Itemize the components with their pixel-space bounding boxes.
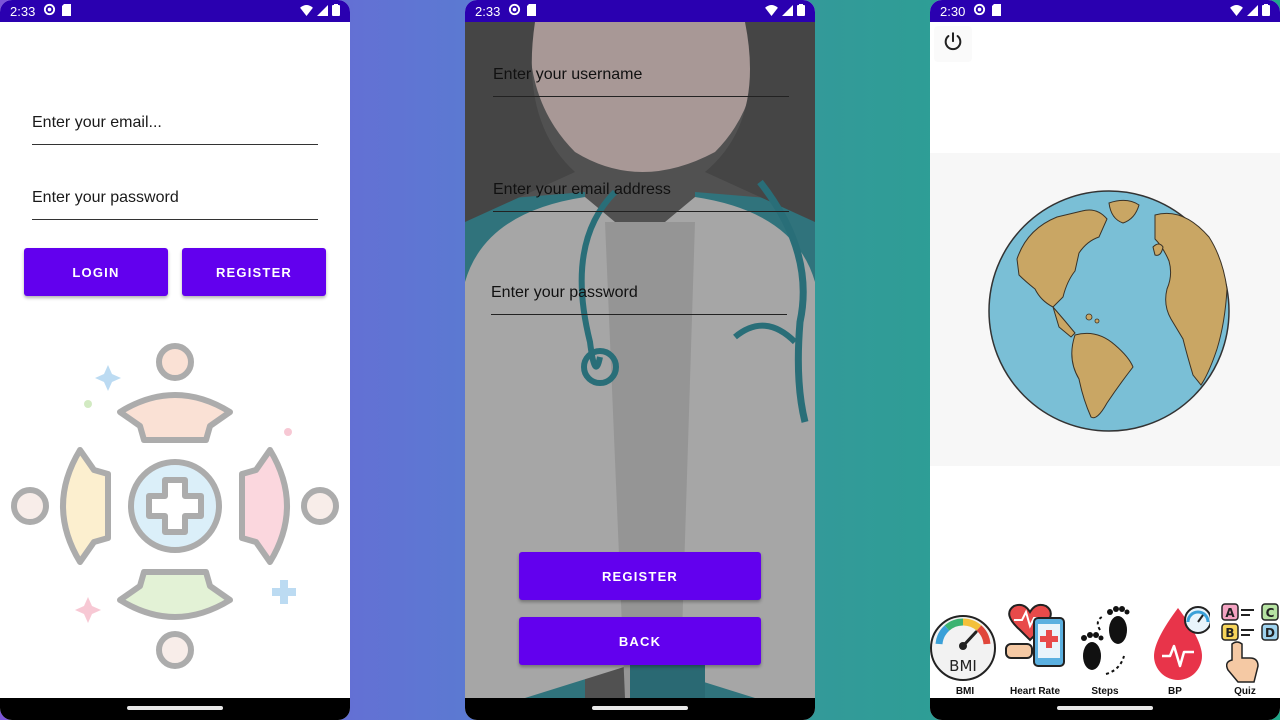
status-time: 2:33 [475, 3, 501, 19]
globe-panel [930, 153, 1280, 466]
settings-icon [508, 3, 521, 19]
password-field[interactable]: Enter your password [32, 189, 318, 220]
svg-text:A: A [1225, 606, 1235, 620]
blood-pressure-icon [1154, 606, 1210, 680]
community-health-illustration [11, 343, 339, 669]
wifi-icon [765, 4, 778, 19]
svg-text:C: C [1266, 606, 1275, 620]
login-button[interactable]: LOGIN [24, 248, 168, 296]
sim-card-icon [62, 3, 72, 19]
nav-label-bmi: BMI [955, 686, 975, 697]
signal-icon [317, 4, 328, 19]
nav-label-quiz: Quiz [1234, 686, 1256, 697]
home-gesture-bar[interactable] [1057, 706, 1153, 710]
email-field[interactable]: Enter your email... [32, 114, 318, 145]
status-bar: 2:30 [930, 0, 1280, 22]
settings-icon [973, 3, 986, 19]
wifi-icon [1230, 4, 1243, 19]
login-button-label: LOGIN [72, 264, 120, 280]
status-bar: 2:33 [465, 0, 815, 22]
bmi-gauge-text: BMI [949, 657, 977, 675]
power-icon [942, 31, 964, 58]
navigation-bar [465, 698, 815, 720]
battery-icon [332, 3, 340, 19]
register-button[interactable]: REGISTER [182, 248, 326, 296]
footsteps-icon [1081, 606, 1130, 675]
signal-icon [1247, 4, 1258, 19]
battery-icon [1262, 3, 1270, 19]
sim-card-icon [527, 3, 537, 19]
password-field[interactable]: Enter your password [491, 284, 787, 315]
heart-rate-icon [1005, 603, 1065, 667]
wifi-icon [300, 4, 313, 19]
register-button-label: REGISTER [601, 568, 679, 584]
nav-label-bp: BP [1168, 686, 1182, 697]
status-bar: 2:33 [0, 0, 350, 22]
globe-image [988, 190, 1230, 432]
email-placeholder: Enter your email... [32, 114, 162, 131]
email-placeholder: Enter your email address [493, 181, 671, 198]
home-gesture-bar[interactable] [592, 706, 688, 710]
username-field[interactable]: Enter your username [493, 66, 789, 97]
register-button[interactable]: REGISTER [519, 552, 761, 600]
settings-icon [43, 3, 56, 19]
signal-icon [782, 4, 793, 19]
email-field[interactable]: Enter your email address [493, 181, 789, 212]
battery-icon [797, 3, 805, 19]
status-time: 2:30 [940, 3, 966, 19]
nav-item-heart-rate[interactable]: Heart Rate [1000, 600, 1070, 698]
login-screen: 2:33 Enter your email... Enter your pass… [0, 0, 350, 720]
navigation-bar [930, 698, 1280, 720]
back-button-label: BACK [618, 633, 662, 649]
password-placeholder: Enter your password [32, 189, 179, 206]
username-placeholder: Enter your username [493, 66, 643, 83]
register-screen: 2:33 Enter your username Enter your emai… [465, 0, 815, 720]
logout-button[interactable] [934, 26, 972, 62]
bmi-gauge-icon: BMI [930, 615, 996, 681]
svg-text:D: D [1265, 626, 1275, 640]
feature-nav: BMI BMI Heart Rate Steps BP A B C D Quiz [930, 600, 1280, 698]
nav-item-bp[interactable]: BP [1140, 600, 1210, 698]
register-button-label: REGISTER [215, 264, 293, 280]
navigation-bar [0, 698, 350, 720]
home-gesture-bar[interactable] [127, 706, 223, 710]
status-time: 2:33 [10, 3, 36, 19]
back-button[interactable]: BACK [519, 617, 761, 665]
nav-item-steps[interactable]: Steps [1070, 600, 1140, 698]
svg-text:B: B [1225, 626, 1234, 640]
nav-item-quiz[interactable]: A B C D Quiz [1210, 600, 1280, 698]
quiz-icon: A B C D [1221, 603, 1279, 683]
nav-label-heart-rate: Heart Rate [1009, 686, 1061, 697]
nav-label-steps: Steps [1091, 686, 1119, 697]
home-screen: 2:30 BMI BMI Heart Rate Steps BP A B C D… [930, 0, 1280, 720]
nav-item-bmi[interactable]: BMI BMI [930, 600, 1000, 698]
password-placeholder: Enter your password [491, 284, 638, 301]
sim-card-icon [992, 3, 1002, 19]
